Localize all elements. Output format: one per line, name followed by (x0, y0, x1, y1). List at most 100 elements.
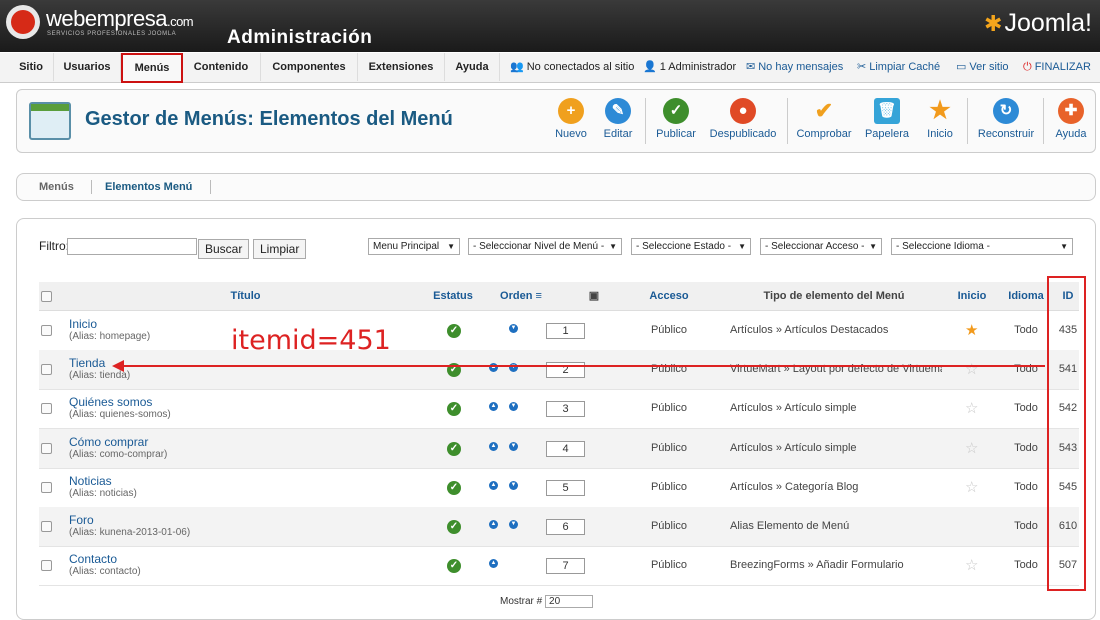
item-title-link[interactable]: Quiénes somos (69, 395, 171, 409)
header-home[interactable]: Inicio (947, 282, 997, 310)
annotation-arrow-line (117, 365, 1045, 367)
published-check-icon[interactable]: ✓ (447, 480, 461, 495)
messages-link[interactable]: ✉ No hay mensajes (746, 53, 843, 81)
clear-button[interactable]: Limpiar (253, 239, 307, 259)
menu-item-type: Artículos » Categoría Blog (730, 480, 859, 493)
logo-subtitle: SERVICIOS PROFESIONALES JOOMLA (47, 31, 177, 37)
move-down-icon[interactable]: ▼ (509, 520, 518, 529)
rebuild-button[interactable]: ↻ Reconstruir (977, 98, 1035, 140)
itemid-annotation: itemid=451 (231, 325, 391, 356)
item-title-link[interactable]: Inicio (69, 317, 150, 331)
menu-ayuda[interactable]: Ayuda (445, 53, 500, 81)
select-all-checkbox[interactable] (41, 291, 52, 302)
row-checkbox[interactable] (41, 560, 52, 572)
header-order[interactable]: Orden ≡ (491, 282, 551, 310)
published-check-icon[interactable]: ✓ (447, 559, 461, 574)
check-in-button[interactable]: ✔ Comprobar (796, 98, 852, 140)
move-up-icon[interactable]: ▲ (489, 559, 498, 569)
published-check-icon[interactable]: ✓ (447, 402, 461, 417)
new-button[interactable]: + Nuevo (553, 98, 589, 140)
item-language: Todo (1014, 559, 1038, 572)
home-star-icon[interactable]: ☆ (965, 558, 978, 573)
table-row: Noticias (Alias: noticias) ✓ ▲ ▼ 5 Público Artí… (39, 468, 1079, 508)
item-title-link[interactable]: Cómo comprar (69, 435, 167, 449)
access-level: Público (650, 402, 688, 415)
dropdown-arrow-icon: ▼ (869, 242, 877, 251)
item-language: Todo (1014, 402, 1038, 415)
edit-button[interactable]: ✎ Editar (601, 98, 635, 140)
order-input[interactable]: 4 (546, 440, 585, 457)
broom-icon: ✂ (857, 61, 867, 73)
header-language[interactable]: Idioma (1001, 282, 1051, 310)
header-type[interactable]: Tipo de elemento del Menú (724, 282, 944, 310)
row-checkbox[interactable] (41, 364, 52, 376)
order-input[interactable]: 5 (546, 479, 585, 496)
lifebuoy-icon: ✚ (1058, 98, 1084, 124)
monitor-icon: ▭ (956, 61, 967, 73)
default-home-star-icon[interactable]: ★ (965, 323, 978, 338)
toolbar-separator (1043, 98, 1044, 144)
level-select[interactable]: - Seleccionar Nivel de Menú - ▼ (468, 238, 622, 255)
table-row: Quiénes somos (Alias: quienes-somos) ✓ ▲ ▼ 3 P… (39, 389, 1079, 430)
move-up-icon[interactable]: ▲ (489, 480, 498, 490)
order-input[interactable]: 3 (546, 401, 585, 418)
move-down-icon[interactable]: ▼ (509, 480, 518, 490)
logo-text: webempresa.com (46, 6, 194, 31)
page-title: Gestor de Menús: Elementos del Menú (85, 108, 453, 130)
published-check-icon[interactable]: ✓ (447, 324, 461, 338)
home-button[interactable]: ★ Inicio (922, 98, 958, 141)
search-button[interactable]: Buscar (198, 239, 250, 259)
item-alias: (Alias: contacto) (69, 566, 141, 578)
access-select[interactable]: - Seleccionar Acceso - ▼ (760, 238, 882, 255)
logout-link[interactable]: ⏻ FINALIZAR (1023, 53, 1091, 81)
row-checkbox[interactable] (41, 403, 52, 415)
item-language: Todo (1014, 520, 1038, 532)
move-up-icon[interactable]: ▲ (489, 520, 498, 529)
row-checkbox[interactable] (41, 521, 52, 532)
save-order-icon[interactable]: ▣ (584, 282, 604, 310)
menu-select[interactable]: Menu Principal ▼ (368, 238, 460, 255)
filter-search-input[interactable] (67, 238, 197, 255)
menu-contenido[interactable]: Contenido (182, 53, 261, 81)
order-input[interactable]: 6 (546, 519, 585, 535)
menu-sitio[interactable]: Sitio (9, 53, 54, 81)
checkmark-icon: ✔ (814, 98, 834, 123)
tab-menu-items[interactable]: Elementos Menú (105, 174, 192, 200)
item-title-link[interactable]: Contacto (69, 552, 141, 566)
move-down-icon[interactable]: ▼ (509, 441, 518, 451)
item-title-link[interactable]: Noticias (69, 474, 137, 488)
menu-extensiones[interactable]: Extensiones (358, 53, 445, 81)
header-access[interactable]: Acceso (619, 282, 719, 310)
unpublish-button[interactable]: ● Despublicado (709, 98, 777, 140)
order-input[interactable]: 7 (546, 558, 585, 575)
move-up-icon[interactable]: ▲ (489, 402, 498, 412)
home-star-icon[interactable]: ☆ (965, 441, 978, 456)
tab-menus[interactable]: Menús (39, 174, 74, 200)
home-star-icon[interactable]: ☆ (965, 480, 978, 495)
move-up-icon[interactable]: ▲ (489, 441, 498, 451)
header-status[interactable]: Estatus (429, 282, 477, 310)
state-select[interactable]: - Seleccione Estado - ▼ (631, 238, 751, 255)
help-button[interactable]: ✚ Ayuda (1053, 98, 1089, 140)
order-input[interactable]: 1 (546, 323, 585, 339)
language-select[interactable]: - Seleccione Idioma - ▼ (891, 238, 1073, 255)
view-site-link[interactable]: ▭ Ver sitio (956, 53, 1009, 81)
menu-menus[interactable]: Menús (121, 53, 183, 83)
header-title[interactable]: Título (63, 282, 428, 310)
move-down-icon[interactable]: ▼ (509, 402, 518, 412)
home-star-icon[interactable]: ☆ (965, 401, 978, 416)
annotation-arrow-head (112, 360, 124, 372)
row-checkbox[interactable] (41, 481, 52, 493)
publish-button[interactable]: ✓ Publicar (655, 98, 697, 140)
published-check-icon[interactable]: ✓ (447, 520, 461, 534)
menu-componentes[interactable]: Componentes (261, 53, 358, 81)
trash-button[interactable]: 🗑 Papelera (863, 98, 911, 140)
clear-cache-link[interactable]: ✂ Limpiar Caché (857, 53, 940, 81)
item-title-link[interactable]: Foro (69, 513, 190, 527)
row-checkbox[interactable] (41, 325, 52, 336)
menu-usuarios[interactable]: Usuarios (54, 53, 121, 81)
limit-select[interactable]: 20 (545, 595, 594, 608)
row-checkbox[interactable] (41, 442, 52, 454)
published-check-icon[interactable]: ✓ (447, 441, 461, 456)
move-down-icon[interactable]: ▼ (509, 324, 518, 333)
